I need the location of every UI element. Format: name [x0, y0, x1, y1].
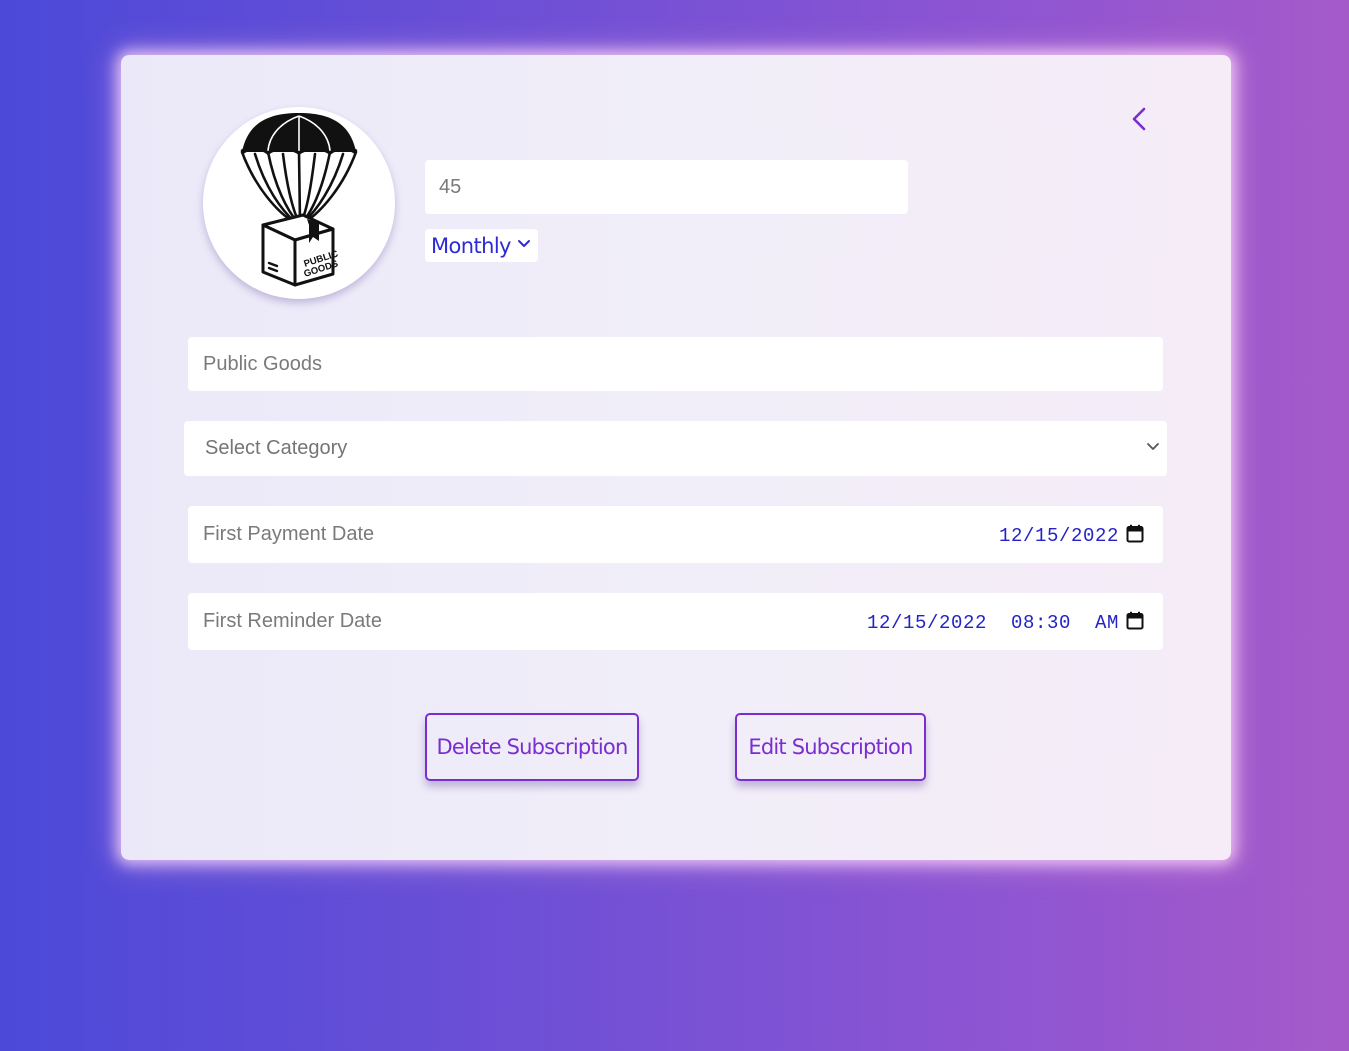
first-reminder-date-label: First Reminder Date [203, 610, 382, 632]
subscription-name-input[interactable]: Public Goods [188, 337, 1163, 391]
calendar-icon[interactable] [1126, 524, 1144, 543]
first-reminder-date-input[interactable]: First Reminder Date 12/15/2022 08:30 AM [188, 593, 1163, 650]
subscription-card: PUBLIC GOODS 45 Monthly Public Goods Sel… [121, 55, 1231, 860]
chevron-down-icon [518, 240, 530, 247]
delete-subscription-button[interactable]: Delete Subscription [425, 713, 639, 781]
subscription-name-value: Public Goods [203, 352, 322, 375]
frequency-value: Monthly [431, 233, 511, 258]
parachute-box-logo: PUBLIC GOODS [240, 113, 358, 287]
subscription-logo[interactable]: PUBLIC GOODS [203, 107, 395, 299]
amount-input[interactable]: 45 [425, 160, 908, 214]
category-select[interactable]: Select Category [184, 421, 1167, 476]
back-button[interactable] [1123, 103, 1155, 135]
calendar-icon[interactable] [1126, 611, 1144, 630]
chevron-down-icon [1147, 443, 1159, 450]
first-reminder-date-value: 12/15/2022 08:30 AM [866, 612, 1119, 634]
chevron-left-icon [1132, 107, 1146, 131]
first-payment-date-value: 12/15/2022 [998, 525, 1119, 547]
amount-value: 45 [439, 175, 462, 198]
first-payment-date-input[interactable]: First Payment Date 12/15/2022 [188, 506, 1163, 563]
frequency-select[interactable]: Monthly [425, 229, 538, 262]
first-payment-date-label: First Payment Date [203, 523, 375, 545]
category-placeholder: Select Category [205, 437, 348, 459]
edit-subscription-button[interactable]: Edit Subscription [735, 713, 926, 781]
